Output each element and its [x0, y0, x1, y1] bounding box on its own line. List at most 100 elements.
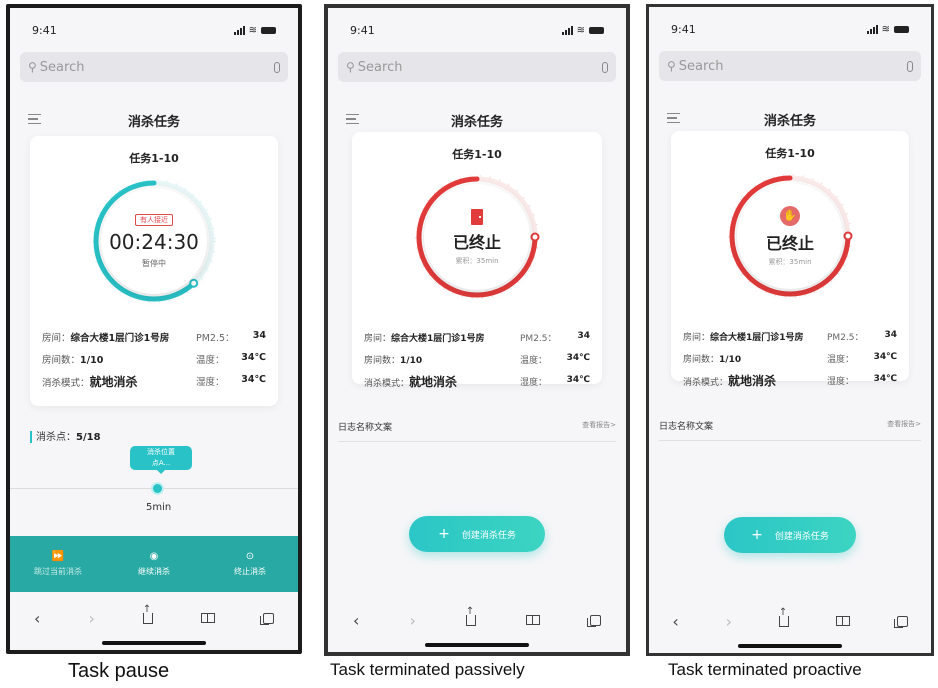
location-bubble[interactable]: 消杀位置 点A...	[130, 446, 192, 474]
points-label: 消杀点：	[36, 432, 76, 443]
mode-value: 就地消杀	[409, 374, 458, 389]
log-title: 日志名称文案	[338, 423, 393, 433]
search-bar[interactable]: ⚲ Search	[659, 51, 921, 81]
task-state: 暂停中	[142, 258, 166, 268]
view-report-link[interactable]: 查看报告>	[887, 419, 921, 432]
pm-value: 34	[884, 329, 897, 340]
wifi-icon: ≋	[881, 23, 890, 35]
browser-toolbar: ‹ ›	[649, 601, 931, 641]
humidity-label: 湿度：	[827, 376, 855, 387]
forward-icon[interactable]: ›	[726, 612, 732, 631]
pm-value: 34	[577, 330, 590, 341]
bookmarks-icon[interactable]	[525, 615, 540, 625]
ring-center: 已终止 累积：35min	[424, 184, 530, 290]
room-count-value: 1/10	[719, 354, 742, 365]
room-label: 房间：	[364, 333, 392, 344]
bookmarks-icon[interactable]	[200, 613, 215, 623]
menu-icon[interactable]	[667, 113, 680, 123]
room-label: 房间：	[683, 332, 711, 343]
search-placeholder: Search	[357, 59, 403, 75]
home-indicator	[425, 643, 529, 647]
search-icon: ⚲	[667, 59, 676, 73]
create-task-button[interactable]: + 创建消杀任务	[409, 516, 545, 552]
back-icon[interactable]: ‹	[672, 612, 678, 631]
share-icon[interactable]	[142, 604, 153, 624]
browser-toolbar: ‹ ›	[328, 600, 626, 640]
back-icon[interactable]: ‹	[34, 609, 40, 628]
status-time: 9:41	[32, 23, 57, 37]
room-value: 综合大楼1层门诊1号房	[391, 333, 485, 344]
task-card: 任务1-10 ✋ 已终止 累积：35min 房间：综合大楼1层门诊1号房 PM2…	[671, 131, 909, 388]
task-title: 任务1-10	[452, 148, 502, 161]
search-icon: ⚲	[28, 60, 37, 74]
microphone-icon[interactable]	[602, 61, 608, 73]
ring-center: 有人接近 00:24:30 暂停中	[101, 188, 207, 294]
app-header: 消杀任务	[10, 106, 298, 134]
tabs-icon[interactable]	[259, 612, 274, 625]
mode-value: 就地消杀	[89, 374, 138, 389]
forward-icon[interactable]: ›	[409, 611, 415, 630]
search-bar[interactable]: ⚲ Search	[20, 52, 288, 82]
temp-label: 温度：	[520, 355, 548, 366]
signal-icon	[866, 24, 878, 34]
page-title: 消杀任务	[763, 113, 816, 129]
temp-value: 34℃	[566, 352, 590, 363]
tabs-icon[interactable]	[586, 614, 601, 627]
task-card: 任务1-10 有人接近 00:24:30 暂停中 房间：综合大楼1层门诊1号房 …	[30, 136, 278, 406]
view-report-link[interactable]: 查看报告>	[582, 420, 616, 433]
pm-label: PM2.5：	[520, 333, 557, 344]
disinfect-points: 消杀点：5/18	[30, 428, 101, 443]
back-icon[interactable]: ‹	[353, 611, 359, 630]
forward-icon[interactable]: ›	[88, 609, 94, 628]
progress-ring: 有人接近 00:24:30 暂停中	[87, 174, 221, 308]
room-label: 房间：	[42, 333, 71, 344]
bookmarks-icon[interactable]	[835, 616, 850, 626]
warning-badge: 有人接近	[135, 213, 173, 226]
menu-icon[interactable]	[28, 114, 41, 124]
task-title: 任务1-10	[129, 152, 179, 165]
skip-button[interactable]: ⏩ 跳过当前消杀	[10, 536, 106, 592]
plus-icon: +	[438, 526, 450, 542]
app-header: 消杀任务	[328, 106, 626, 134]
timeline-point[interactable]	[151, 482, 164, 495]
humidity-value: 34℃	[241, 374, 266, 385]
room-count-label: 房间数：	[364, 355, 401, 366]
search-placeholder: Search	[39, 59, 85, 75]
timeline-label: 5min	[146, 502, 172, 513]
caption-terminated-passive: Task terminated passively	[330, 660, 525, 679]
caption-terminated-proactive: Task terminated proactive	[668, 660, 862, 679]
pm-value: 34	[252, 330, 266, 341]
play-icon: ◉	[149, 551, 159, 562]
duration: 累积：35min	[768, 257, 812, 266]
progress-ring: 已终止 累积：35min	[410, 170, 544, 304]
phone-terminated-proactive: 9:41 ≋ ⚲ Search 消杀任务 任务1-10 ✋ 已终止 累积：35m	[646, 4, 934, 656]
microphone-icon[interactable]	[907, 60, 913, 72]
caption-task-pause: Task pause	[68, 660, 170, 682]
exit-door-icon	[467, 208, 487, 225]
microphone-icon[interactable]	[274, 61, 280, 73]
log-row[interactable]: 日志名称文案 查看报告>	[338, 420, 616, 442]
terminate-button[interactable]: ⊙ 终止消杀	[202, 536, 298, 592]
pm-label: PM2.5：	[827, 332, 864, 343]
room-count-value: 1/10	[400, 355, 423, 366]
task-info: 房间：综合大楼1层门诊1号房 PM2.5： 34 房间数：1/10 温度： 34℃ …	[364, 326, 590, 392]
share-icon[interactable]	[465, 606, 476, 626]
room-value: 综合大楼1层门诊1号房	[710, 332, 804, 343]
tabs-icon[interactable]	[893, 615, 908, 628]
signal-icon	[233, 25, 245, 35]
ring-knob	[530, 232, 540, 242]
stop-icon: ⊙	[245, 551, 255, 562]
create-task-button[interactable]: + 创建消杀任务	[724, 517, 856, 553]
app-header: 消杀任务	[649, 105, 931, 133]
continue-button[interactable]: ◉ 继续消杀	[106, 536, 202, 592]
menu-icon[interactable]	[346, 114, 359, 124]
share-icon[interactable]	[778, 607, 789, 627]
task-state: 已终止	[765, 233, 814, 253]
room-count-value: 1/10	[80, 355, 104, 366]
points-value: 5/18	[76, 432, 101, 443]
log-row[interactable]: 日志名称文案 查看报告>	[659, 419, 921, 441]
wifi-icon: ≋	[576, 24, 585, 36]
search-bar[interactable]: ⚲ Search	[338, 52, 616, 82]
mode-value: 就地消杀	[728, 373, 777, 388]
mode-label: 消杀模式：	[42, 377, 90, 389]
